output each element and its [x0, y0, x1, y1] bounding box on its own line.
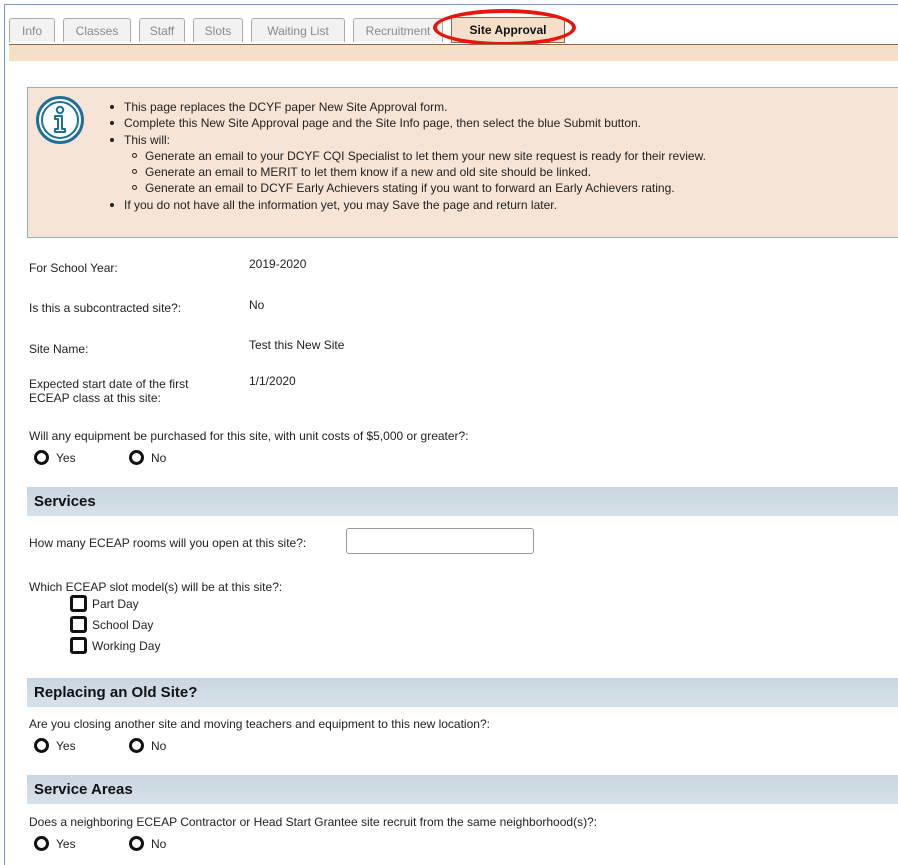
tab-content-bar: [9, 44, 898, 61]
replacing-heading: Replacing an Old Site?: [27, 678, 898, 707]
service-areas-no-radio[interactable]: No: [129, 836, 166, 851]
info-item: This will:: [106, 132, 706, 148]
info-subitem: Generate an email to MERIT to let them k…: [106, 164, 706, 180]
radio-circle: [129, 836, 144, 851]
info-item: If you do not have all the information y…: [106, 197, 706, 213]
tab-slots[interactable]: Slots: [193, 18, 243, 42]
checkbox-label: Part Day: [92, 596, 139, 611]
tab-site-approval[interactable]: Site Approval: [451, 17, 565, 43]
replacing-question: Are you closing another site and moving …: [29, 717, 490, 731]
checkbox-box: [70, 616, 87, 633]
equipment-question: Will any equipment be purchased for this…: [29, 429, 469, 443]
info-list: This page replaces the DCYF paper New Si…: [106, 99, 706, 213]
site-name-label: Site Name:: [29, 342, 89, 356]
rooms-question: How many ECEAP rooms will you open at th…: [29, 536, 307, 550]
info-subitem: Generate an email to your DCYF CQI Speci…: [106, 148, 706, 164]
tab-classes[interactable]: Classes: [63, 18, 131, 42]
info-item: This page replaces the DCYF paper New Si…: [106, 99, 706, 115]
radio-circle: [129, 450, 144, 465]
info-circle-icon: [36, 96, 84, 144]
start-date-label-line2: ECEAP class at this site:: [29, 391, 161, 405]
tab-waiting-list[interactable]: Waiting List: [251, 18, 345, 42]
subcontracted-value: No: [249, 298, 265, 312]
service-areas-question: Does a neighboring ECEAP Contractor or H…: [29, 815, 598, 829]
subcontracted-label: Is this a subcontracted site?:: [29, 301, 182, 315]
radio-label: Yes: [56, 836, 76, 851]
rooms-input[interactable]: [346, 528, 534, 554]
start-date-label-line1: Expected start date of the first: [29, 377, 189, 391]
info-subitem: Generate an email to DCYF Early Achiever…: [106, 180, 706, 196]
checkbox-box: [70, 595, 87, 612]
site-name-value: Test this New Site: [249, 338, 345, 352]
checkbox-box: [70, 637, 87, 654]
services-heading: Services: [27, 487, 898, 516]
radio-circle: [34, 450, 49, 465]
start-date-value: 1/1/2020: [249, 374, 296, 388]
replacing-no-radio[interactable]: No: [129, 738, 166, 753]
slot-working-day-checkbox[interactable]: Working Day: [70, 637, 160, 654]
radio-label: Yes: [56, 450, 76, 465]
slot-question: Which ECEAP slot model(s) will be at thi…: [29, 580, 283, 594]
equipment-no-radio[interactable]: No: [129, 450, 166, 465]
slot-part-day-checkbox[interactable]: Part Day: [70, 595, 139, 612]
slot-school-day-checkbox[interactable]: School Day: [70, 616, 153, 633]
service-areas-heading: Service Areas: [27, 775, 898, 804]
tab-staff[interactable]: Staff: [139, 18, 185, 42]
radio-circle: [34, 738, 49, 753]
info-panel: This page replaces the DCYF paper New Si…: [27, 87, 898, 238]
radio-label: No: [151, 738, 167, 753]
radio-label: No: [151, 450, 167, 465]
checkbox-label: School Day: [92, 617, 154, 632]
radio-circle: [34, 836, 49, 851]
radio-label: No: [151, 836, 167, 851]
equipment-yes-radio[interactable]: Yes: [34, 450, 76, 465]
replacing-yes-radio[interactable]: Yes: [34, 738, 76, 753]
checkbox-label: Working Day: [92, 638, 161, 653]
tab-info[interactable]: Info: [9, 18, 55, 42]
info-item: Complete this New Site Approval page and…: [106, 115, 706, 131]
radio-label: Yes: [56, 738, 76, 753]
school-year-label: For School Year:: [29, 261, 118, 275]
radio-circle: [129, 738, 144, 753]
school-year-value: 2019-2020: [249, 257, 307, 271]
tab-recruitment[interactable]: Recruitment: [353, 18, 443, 42]
service-areas-yes-radio[interactable]: Yes: [34, 836, 76, 851]
